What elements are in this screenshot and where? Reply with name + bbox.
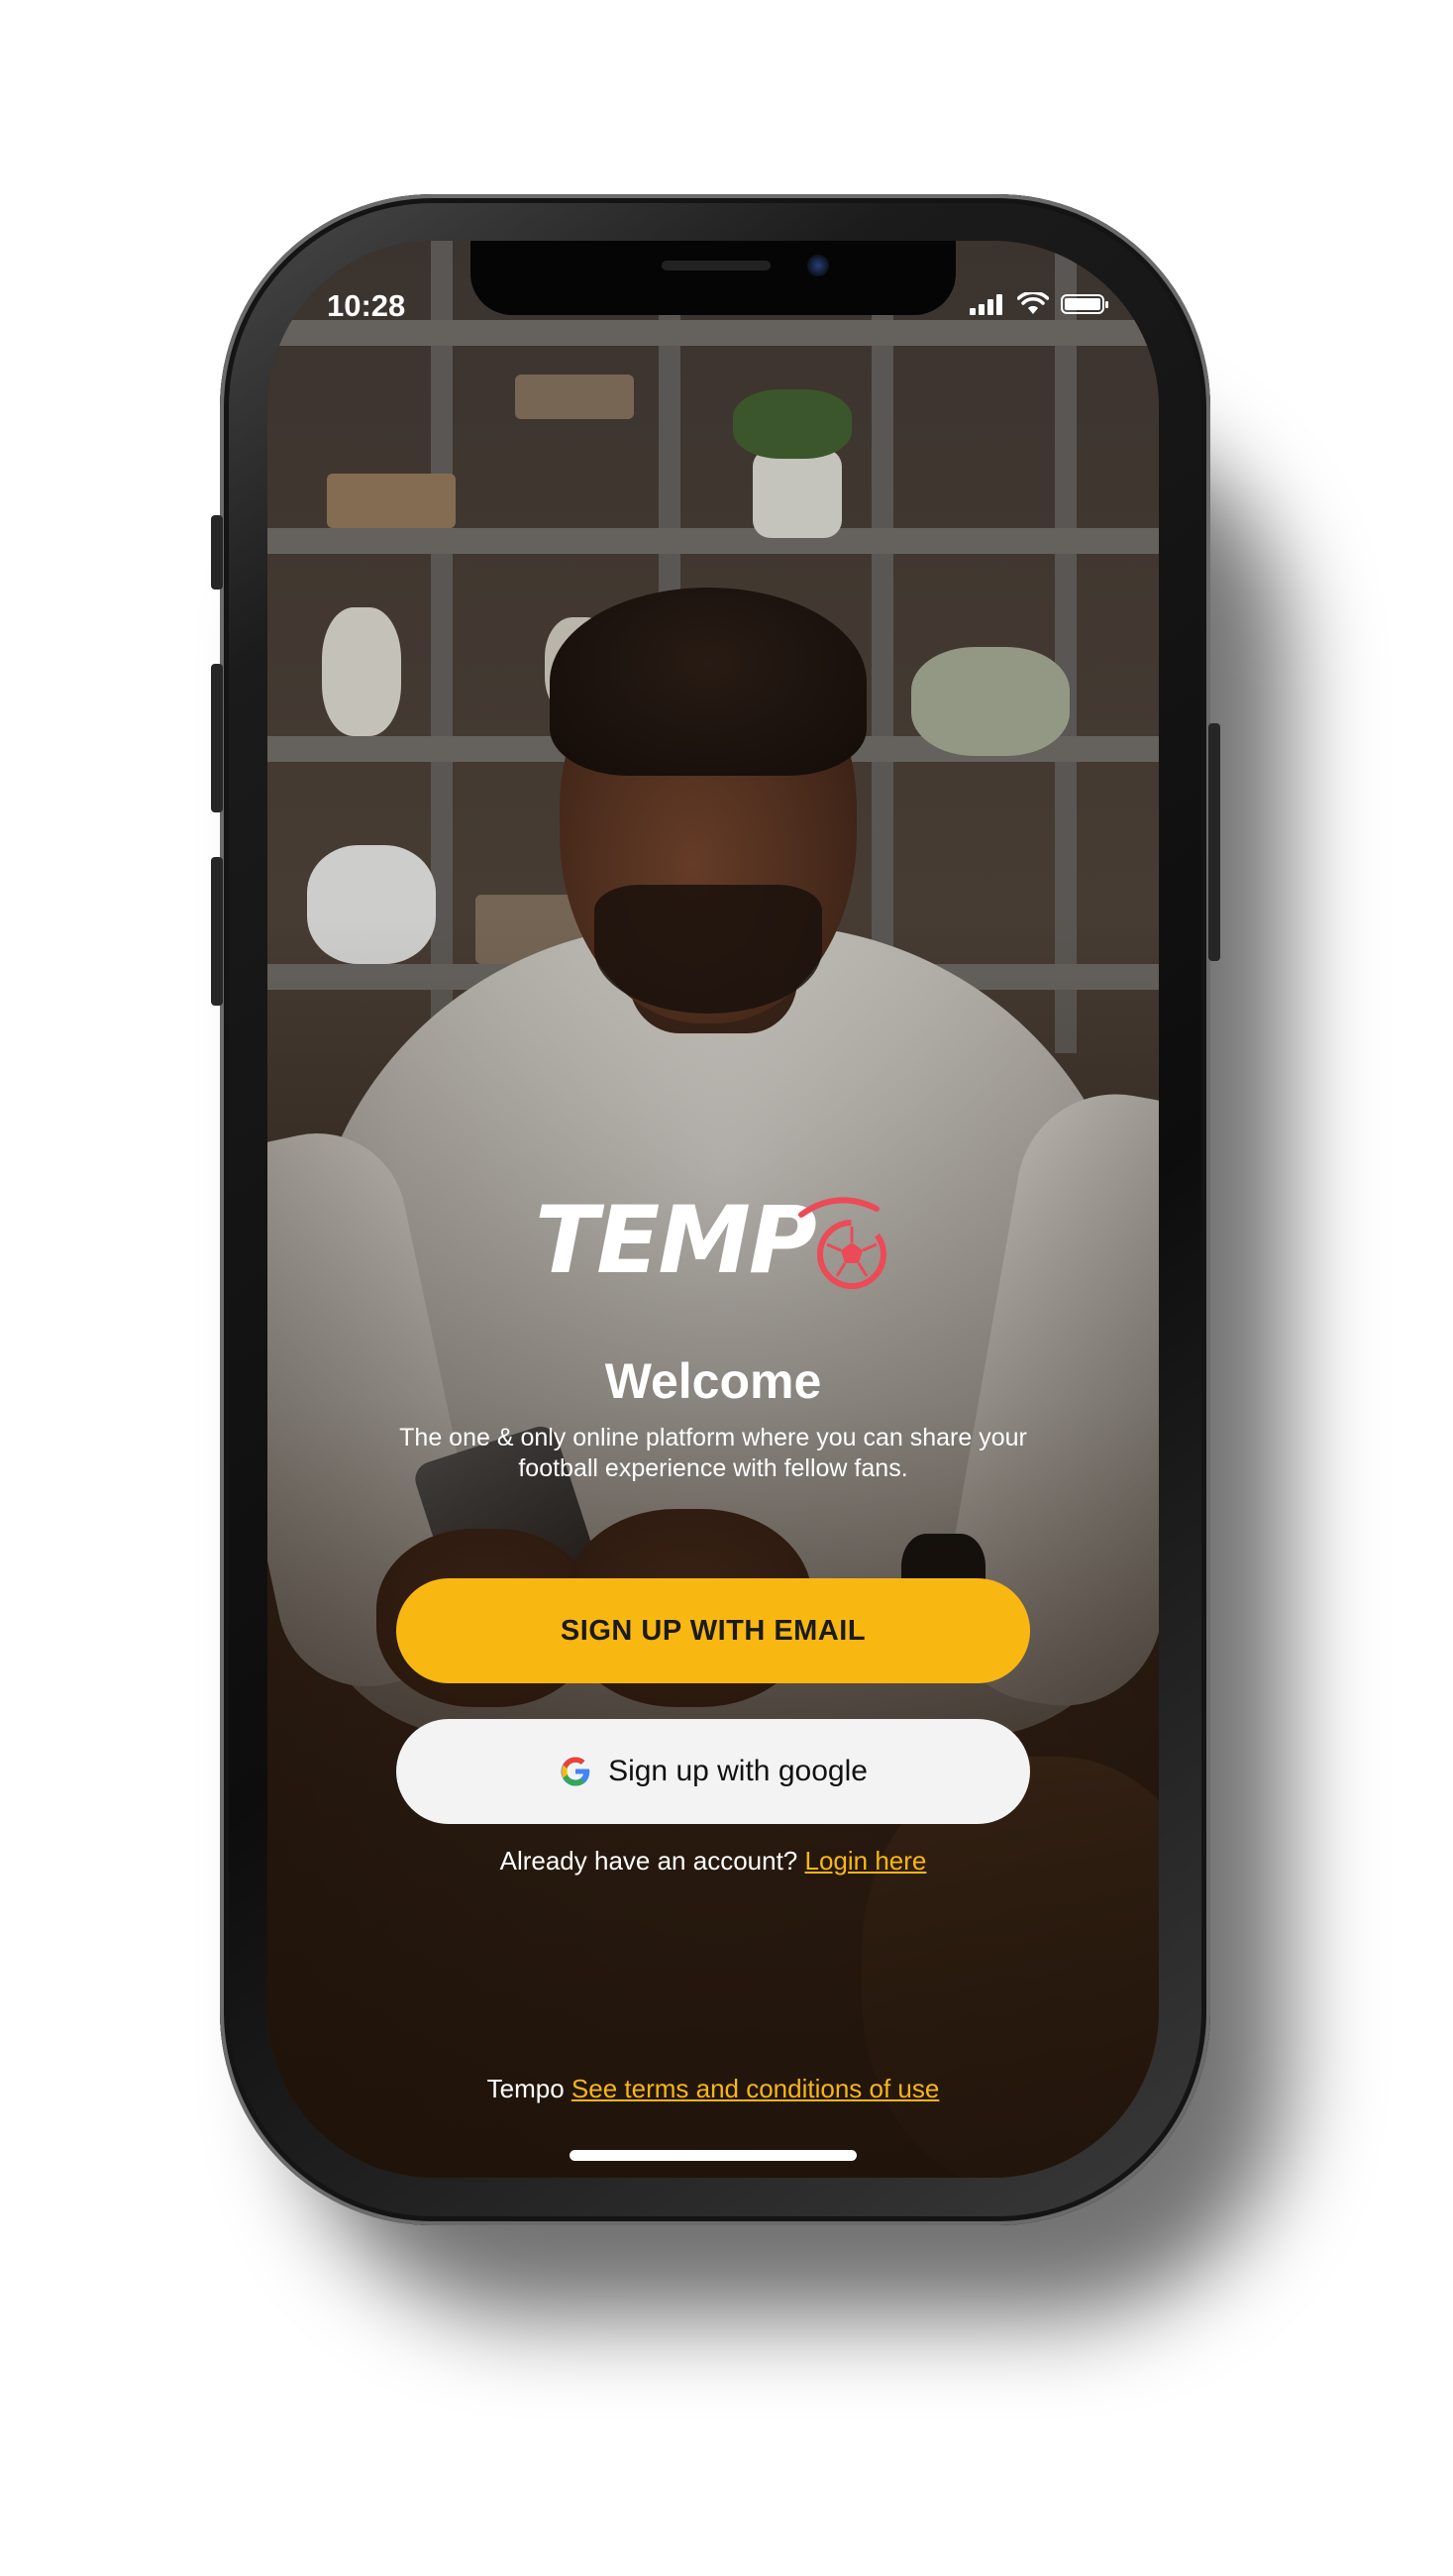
soccer-ball-icon <box>798 1197 886 1289</box>
wifi-icon <box>1017 292 1049 314</box>
login-prompt: Already have an account? Login here <box>267 1846 1159 1877</box>
phone-screen: 10:28 TEMP Welcome The one & only online… <box>267 241 1159 2178</box>
terms-link[interactable]: See terms and conditions of use <box>571 2074 939 2103</box>
volume-down-button <box>211 857 223 1006</box>
power-button <box>1208 723 1220 961</box>
front-camera <box>807 255 829 276</box>
login-link[interactable]: Login here <box>805 1846 927 1876</box>
battery-icon <box>1061 294 1108 314</box>
signal-icon <box>970 294 1002 315</box>
footer-brand-text: Tempo <box>486 2074 565 2103</box>
notch <box>470 241 956 315</box>
earpiece-speaker <box>662 261 771 270</box>
silent-switch <box>211 515 223 590</box>
battery-level-fill <box>1065 298 1100 310</box>
terms-footer: Tempo See terms and conditions of use <box>267 2074 1159 2104</box>
login-prompt-text: Already have an account? <box>499 1846 798 1876</box>
welcome-title: Welcome <box>604 1353 822 1409</box>
welcome-subtitle: The one & only online platform where you… <box>399 1424 1027 1482</box>
home-indicator[interactable] <box>570 2150 857 2161</box>
sign-up-email-label: SIGN UP WITH EMAIL <box>560 1614 867 1647</box>
tempo-logo: TEMP <box>535 1187 891 1296</box>
status-icons <box>970 292 1108 316</box>
google-icon <box>561 1757 590 1786</box>
mockup-stage: 10:28 TEMP Welcome The one & only online… <box>0 0 1453 2576</box>
sign-up-google-label: Sign up with google <box>608 1755 868 1787</box>
status-time: 10:28 <box>327 288 406 323</box>
volume-up-button <box>211 664 223 812</box>
sign-up-email-button[interactable]: SIGN UP WITH EMAIL <box>396 1578 1030 1683</box>
sign-up-google-button[interactable]: Sign up with google <box>396 1719 1030 1824</box>
logo-wordmark: TEMP <box>535 1187 817 1295</box>
